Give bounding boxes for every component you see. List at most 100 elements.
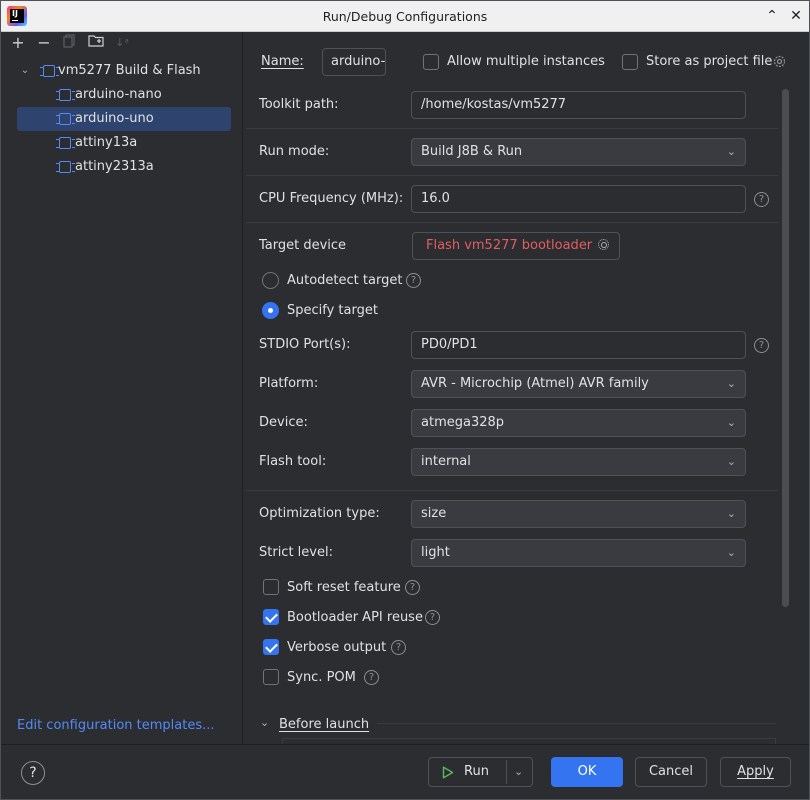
strict-level-select[interactable]: light ⌄ [411, 539, 746, 567]
flash-bootloader-button[interactable]: Flash vm5277 bootloader [412, 232, 621, 260]
run-label: Run [464, 764, 489, 779]
verbose-output-label: Verbose output [287, 640, 387, 655]
strict-level-value: light [421, 545, 450, 560]
flash-tool-label: Flash tool: [259, 454, 327, 469]
tree-item-arduino-uno[interactable]: arduino-uno [17, 107, 231, 131]
gear-icon [598, 239, 610, 250]
soft-reset-checkbox[interactable] [263, 579, 279, 595]
run-mode-select[interactable]: Build J8B & Run ⌄ [411, 138, 746, 166]
allow-multiple-label: Allow multiple instances [447, 54, 605, 69]
configurations-panel: + − ↓ᵃ ⌄ vm5277 Build & Flash arduino-na… [1, 32, 243, 744]
gear-icon[interactable] [772, 54, 787, 69]
name-input[interactable]: arduino-uno [322, 48, 386, 76]
tree-item-label: arduino-uno [75, 111, 154, 126]
chevron-down-icon: ⌄ [726, 507, 736, 520]
name-label: Name: [261, 54, 304, 69]
tree-item-label: arduino-nano [75, 87, 162, 102]
tree-item-attiny13a[interactable]: attiny13a [17, 131, 231, 155]
chevron-down-icon[interactable]: ⌄ [19, 59, 31, 83]
chip-icon [56, 137, 74, 149]
chevron-down-icon[interactable]: ⌄ [260, 716, 269, 729]
chevron-down-icon: ⌄ [726, 416, 736, 429]
tree-group-vm5277[interactable]: ⌄ vm5277 Build & Flash [17, 59, 231, 83]
dialog-footer: ? Run ⌄ OK Cancel Apply [1, 744, 809, 799]
help-icon[interactable]: ? [754, 338, 769, 353]
specify-target-radio[interactable] [262, 302, 279, 319]
separator [246, 222, 778, 223]
remove-icon[interactable]: − [35, 34, 53, 52]
bootloader-api-label: Bootloader API reuse [287, 610, 423, 625]
chevron-down-icon: ⌄ [726, 546, 736, 559]
chip-icon [56, 89, 74, 101]
chevron-up-icon[interactable]: ⌃ [763, 7, 781, 25]
chip-icon [56, 113, 74, 125]
cpu-frequency-label: CPU Frequency (MHz): [259, 191, 404, 206]
chip-icon [56, 161, 74, 173]
separator [246, 490, 778, 491]
separator [246, 175, 778, 176]
allow-multiple-checkbox[interactable] [423, 54, 439, 70]
ok-button[interactable]: OK [551, 757, 623, 787]
toolkit-path-input[interactable]: /home/kostas/vm5277 [411, 91, 746, 119]
device-select[interactable]: atmega328p ⌄ [411, 409, 746, 437]
help-icon[interactable]: ? [391, 640, 406, 655]
run-mode-label: Run mode: [259, 144, 330, 159]
stdio-input[interactable]: PD0/PD1 [411, 331, 746, 359]
chevron-down-icon: ⌄ [726, 145, 736, 158]
cancel-button[interactable]: Cancel [635, 757, 707, 787]
device-value: atmega328p [421, 415, 505, 430]
stdio-label: STDIO Port(s): [259, 337, 351, 352]
platform-label: Platform: [259, 376, 319, 391]
run-icon [442, 766, 454, 779]
run-mode-value: Build J8B & Run [421, 144, 523, 159]
tree-group-label: vm5277 Build & Flash [58, 63, 201, 78]
help-icon[interactable]: ? [425, 610, 440, 625]
folder-icon[interactable] [87, 34, 105, 52]
toolkit-path-label: Toolkit path: [259, 97, 339, 112]
platform-select[interactable]: AVR - Microchip (Atmel) AVR family ⌄ [411, 370, 746, 398]
device-label: Device: [259, 415, 308, 430]
apply-button[interactable]: Apply [720, 757, 791, 787]
tree-item-attiny2313a[interactable]: attiny2313a [17, 155, 231, 179]
tree-item-label: attiny13a [75, 135, 138, 150]
run-button[interactable]: Run ⌄ [428, 757, 533, 787]
optimization-value: size [421, 506, 447, 521]
chevron-down-icon: ⌄ [726, 455, 736, 468]
autodetect-label: Autodetect target [287, 273, 403, 288]
edit-templates-link[interactable]: Edit configuration templates... [17, 718, 215, 733]
store-project-label: Store as project file [646, 54, 773, 69]
help-icon[interactable]: ? [406, 273, 421, 288]
tree-item-arduino-nano[interactable]: arduino-nano [17, 83, 231, 107]
cpu-frequency-input[interactable]: 16.0 [411, 185, 746, 213]
flash-tool-select[interactable]: internal ⌄ [411, 448, 746, 476]
help-button[interactable]: ? [21, 761, 45, 785]
strict-level-label: Strict level: [259, 545, 333, 560]
chip-icon [40, 65, 58, 77]
store-project-checkbox[interactable] [622, 54, 638, 70]
sync-pom-checkbox[interactable] [263, 669, 279, 685]
close-icon[interactable]: ✕ [787, 7, 805, 25]
verbose-output-checkbox[interactable] [263, 639, 279, 655]
chevron-down-icon: ⌄ [726, 377, 736, 390]
chevron-down-icon[interactable]: ⌄ [514, 758, 523, 786]
bootloader-api-checkbox[interactable] [263, 609, 279, 625]
specify-target-label: Specify target [287, 303, 378, 318]
autodetect-radio[interactable] [262, 272, 279, 289]
optimization-select[interactable]: size ⌄ [411, 500, 746, 528]
flash-bootloader-label: Flash vm5277 bootloader [426, 238, 593, 253]
help-icon[interactable]: ? [364, 670, 379, 685]
sort-icon[interactable]: ↓ᵃ [113, 34, 131, 52]
title-bar: IJ Run/Debug Configurations ⌃ ✕ [1, 1, 809, 32]
add-icon[interactable]: + [9, 34, 27, 52]
before-launch-header[interactable]: Before launch [279, 717, 369, 732]
help-icon[interactable]: ? [405, 580, 420, 595]
flash-tool-value: internal [421, 454, 471, 469]
run-debug-dialog: IJ Run/Debug Configurations ⌃ ✕ + − ↓ᵃ ⌄… [0, 0, 810, 800]
dialog-title: Run/Debug Configurations [322, 9, 488, 24]
vertical-scrollbar[interactable] [782, 89, 789, 607]
soft-reset-label: Soft reset feature [287, 580, 401, 595]
copy-icon[interactable] [61, 34, 79, 52]
help-icon[interactable]: ? [754, 192, 769, 207]
platform-value: AVR - Microchip (Atmel) AVR family [421, 376, 649, 391]
configuration-form: Name: arduino-uno Allow multiple instanc… [244, 32, 809, 748]
